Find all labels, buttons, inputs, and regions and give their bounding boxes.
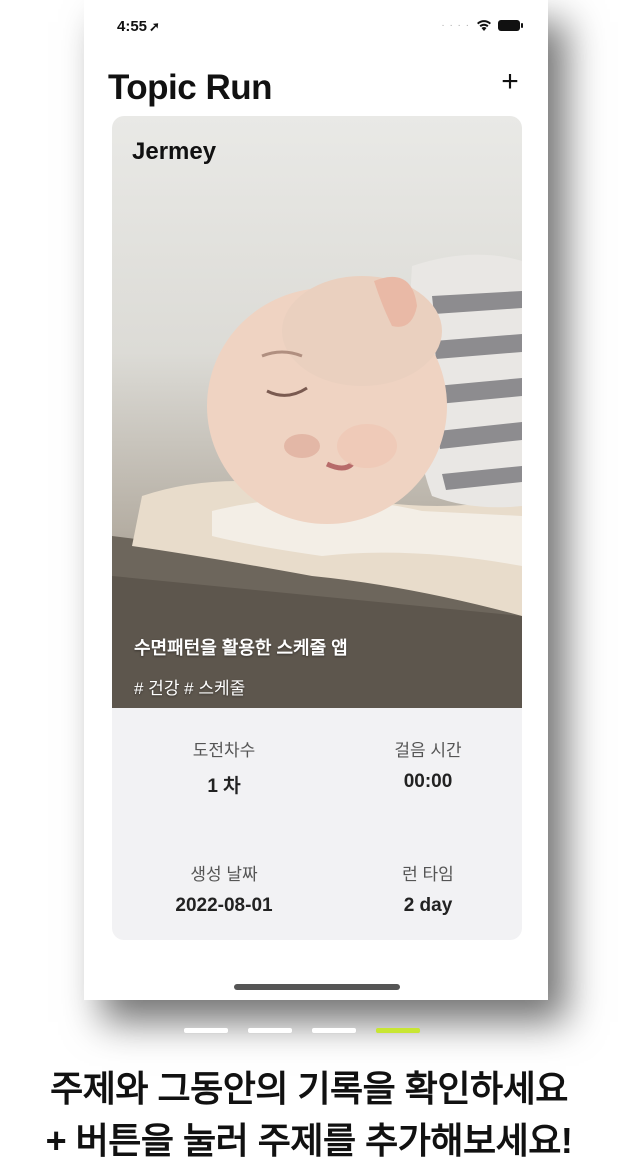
stat-walk-time: 걸음 시간 00:00 bbox=[358, 736, 498, 793]
phone-screen: 4:55 ➚ · · · · Topic Run + Jermey 수면패턴을 … bbox=[84, 0, 548, 1000]
card-tags: # 건강 # 스케줄 bbox=[134, 679, 246, 698]
pager-dot[interactable] bbox=[312, 1028, 356, 1033]
topic-photo: Jermey 수면패턴을 활용한 스케줄 앱 # 건강 # 스케줄 bbox=[112, 116, 522, 708]
wifi-icon bbox=[477, 20, 491, 31]
signal-dots-icon: · · · · bbox=[441, 19, 470, 31]
stat-created-date-value: 2022-08-01 bbox=[175, 895, 273, 916]
stat-created-date-label: 생성 날짜 bbox=[190, 865, 258, 884]
stat-run-time: 런 타임 2 day bbox=[358, 860, 498, 917]
pager-dot[interactable] bbox=[248, 1028, 292, 1033]
sleeping-baby-image bbox=[112, 254, 522, 708]
stat-run-time-label: 런 타임 bbox=[402, 865, 454, 884]
battery-icon bbox=[498, 19, 523, 31]
page-title: Topic Run bbox=[108, 68, 273, 107]
stat-walk-time-value: 00:00 bbox=[403, 771, 453, 792]
stat-run-time-value: 2 day bbox=[403, 895, 453, 916]
onboarding-pager bbox=[184, 1028, 420, 1033]
home-indicator[interactable] bbox=[234, 984, 400, 990]
status-bar: 4:55 ➚ · · · · bbox=[84, 0, 548, 54]
pager-dot-active[interactable] bbox=[376, 1028, 420, 1033]
card-topic-title: 수면패턴을 활용한 스케줄 앱 bbox=[134, 638, 348, 658]
stat-challenge-value: 1 차 bbox=[207, 776, 241, 797]
stat-walk-time-label: 걸음 시간 bbox=[394, 741, 462, 760]
add-topic-button[interactable]: + bbox=[492, 64, 528, 100]
caption-line-1: 주제와 그동안의 기록을 확인하세요 bbox=[50, 1068, 568, 1109]
pager-dot[interactable] bbox=[184, 1028, 228, 1033]
stat-challenge: 도전차수 1 차 bbox=[154, 736, 294, 798]
status-time: 4:55 ➚ bbox=[117, 18, 160, 35]
location-arrow-icon: ➚ bbox=[149, 19, 160, 34]
caption-line-2: + 버튼을 눌러 주제를 추가해보세요! bbox=[45, 1120, 573, 1161]
stat-challenge-label: 도전차수 bbox=[192, 741, 256, 760]
stat-created-date: 생성 날짜 2022-08-01 bbox=[154, 860, 294, 917]
clock-text: 4:55 bbox=[117, 18, 148, 35]
status-indicators: · · · · bbox=[441, 18, 523, 32]
topic-card[interactable]: Jermey 수면패턴을 활용한 스케줄 앱 # 건강 # 스케줄 도전차수 1… bbox=[112, 116, 522, 940]
card-owner-name: Jermey bbox=[132, 138, 217, 165]
